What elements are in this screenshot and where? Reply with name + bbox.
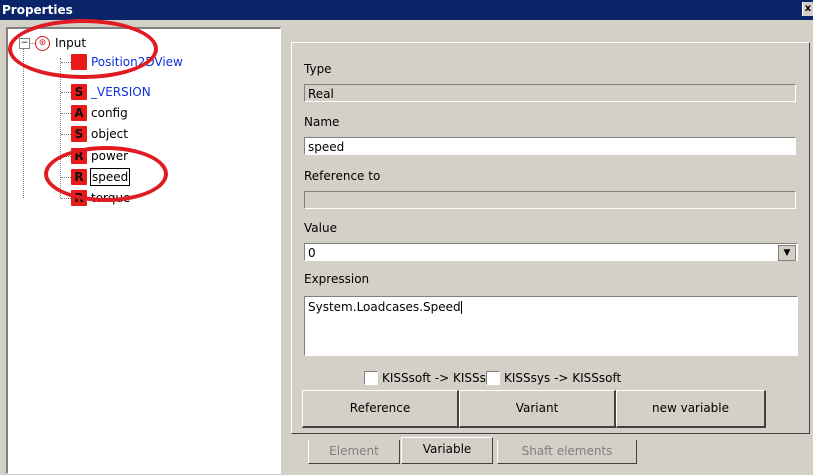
input-node-icon: ⊛	[35, 36, 50, 51]
tree-line	[61, 113, 71, 114]
tree-item-label: speed	[90, 168, 131, 186]
checkbox-label: KISSsoft -> KISSsys	[382, 371, 500, 385]
checkbox-icon[interactable]	[364, 371, 378, 385]
value-dropdown-text: 0	[308, 246, 316, 260]
tree-line	[61, 198, 71, 199]
type-badge-icon: R	[71, 169, 87, 185]
tree-root-label: Input	[55, 36, 87, 50]
expression-textarea[interactable]: System.Loadcases.Speed	[304, 296, 798, 356]
type-badge-icon	[71, 54, 87, 70]
tree-line	[61, 134, 71, 135]
type-badge-icon: S	[71, 84, 87, 100]
type-badge-icon: S	[71, 126, 87, 142]
properties-window: Properties x − ⊛ Input Position2DView S …	[0, 0, 813, 475]
reference-to-label: Reference to	[304, 169, 381, 183]
expression-label: Expression	[304, 272, 370, 286]
type-label: Type	[304, 62, 332, 76]
tree-line	[61, 177, 71, 178]
type-badge-icon: R	[71, 190, 87, 206]
tree-line	[61, 156, 71, 157]
dropdown-arrow-icon[interactable]: ▼	[778, 245, 796, 261]
type-badge-icon: R	[71, 148, 87, 164]
type-field: Real	[304, 84, 796, 102]
tree-item-label: _VERSION	[91, 85, 151, 99]
value-dropdown[interactable]: 0 ▼	[304, 243, 798, 261]
value-label: Value	[304, 221, 337, 235]
tree-item-label: power	[91, 149, 129, 163]
type-badge-icon: A	[71, 105, 87, 121]
checkbox-label: KISSsys -> KISSsoft	[504, 371, 622, 385]
tab-variable[interactable]: Variable	[401, 437, 493, 464]
tree-item-label: torque	[91, 191, 131, 205]
reference-to-field	[304, 191, 796, 209]
new-variable-button[interactable]: new variable	[616, 390, 766, 428]
title-bar[interactable]: Properties x	[0, 0, 813, 20]
tab-shaft-elements[interactable]: Shaft elements	[497, 440, 637, 464]
tree-line	[23, 48, 24, 198]
window-title: Properties	[2, 3, 73, 17]
tree-line	[61, 92, 71, 93]
tree-item-label: Position2DView	[91, 55, 183, 69]
collapse-icon[interactable]: −	[19, 38, 30, 49]
tab-element[interactable]: Element	[308, 440, 400, 464]
name-field[interactable]: speed	[304, 137, 796, 155]
text-caret	[460, 301, 462, 314]
variant-button[interactable]: Variant	[459, 390, 616, 428]
tree-item-label: config	[91, 106, 128, 120]
reference-button[interactable]: Reference	[302, 390, 459, 428]
variable-properties-panel: Type Real Name speed Reference to Value …	[291, 42, 810, 434]
tree-line	[61, 62, 71, 63]
checkbox-icon[interactable]	[486, 371, 500, 385]
close-icon[interactable]: x	[802, 2, 813, 16]
variable-tree[interactable]: − ⊛ Input Position2DView S _VERSION A co…	[6, 27, 281, 474]
tree-item-label: object	[91, 127, 128, 141]
expression-text: System.Loadcases.Speed	[308, 300, 461, 314]
name-label: Name	[304, 115, 340, 129]
